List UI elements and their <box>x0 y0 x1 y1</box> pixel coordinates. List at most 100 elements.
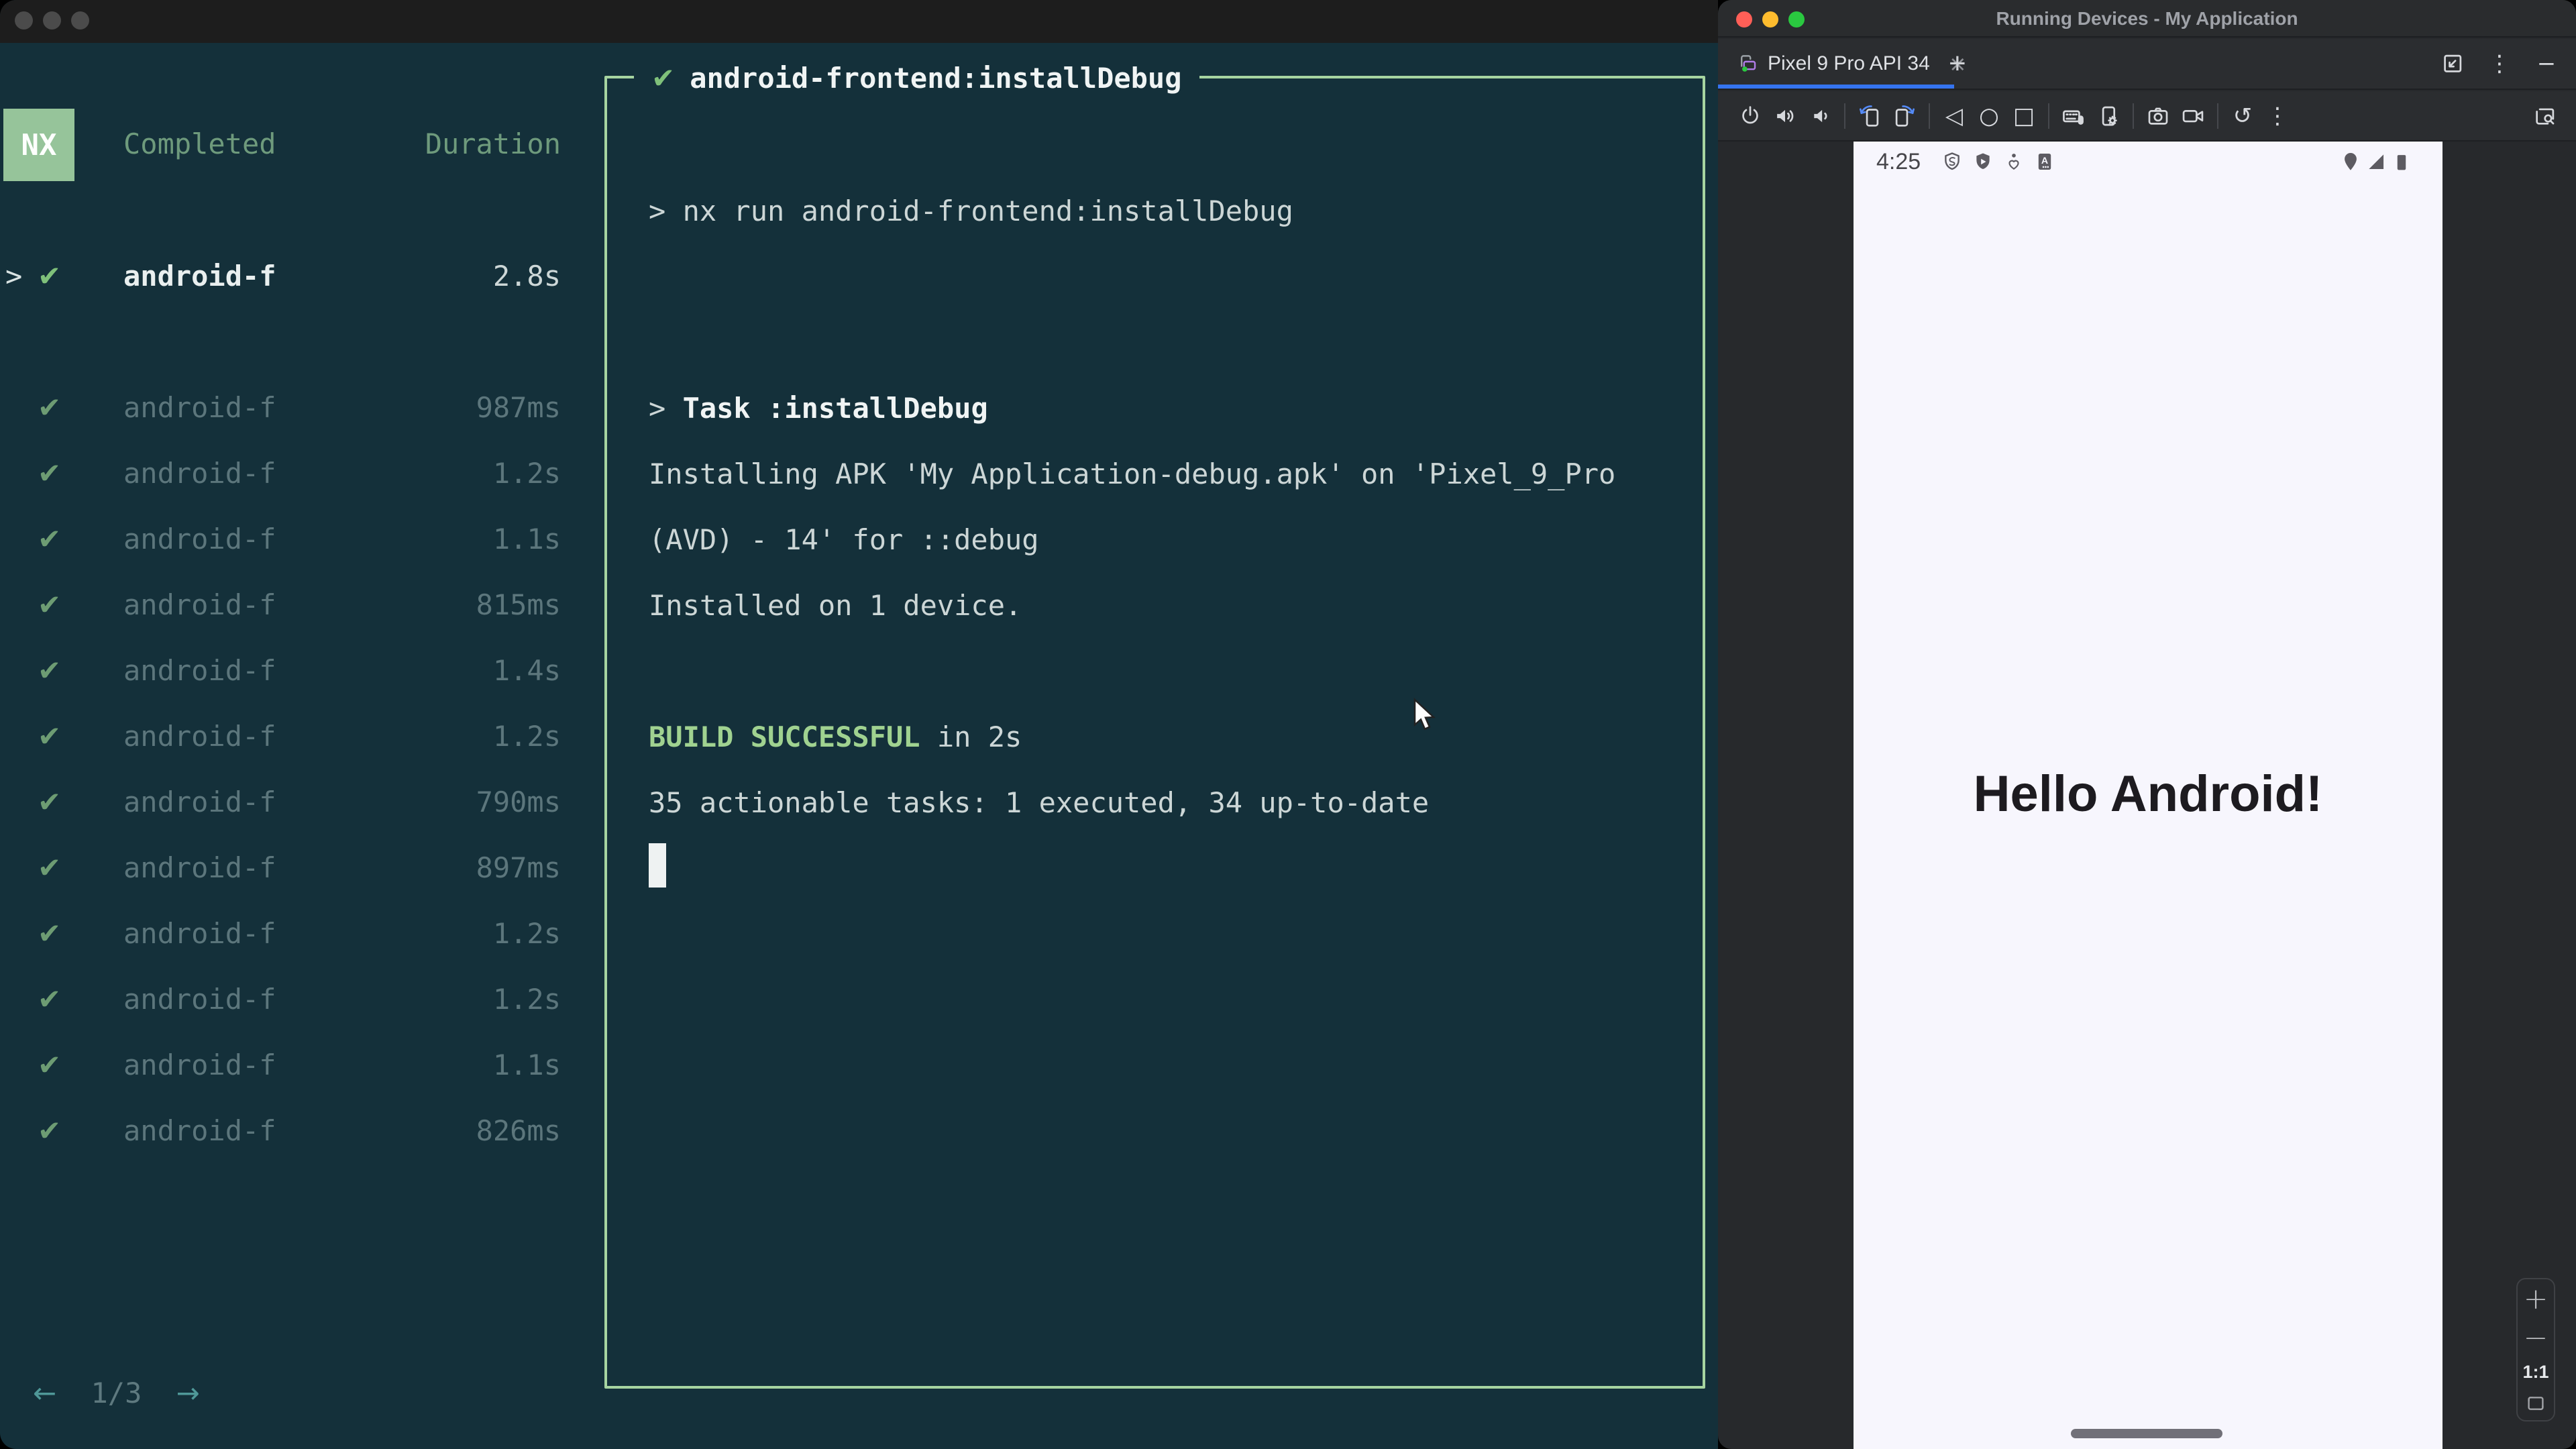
screen-inspect-icon[interactable] <box>2528 98 2563 136</box>
window-dot-icon[interactable] <box>43 11 61 30</box>
svg-text:A: A <box>2041 156 2048 166</box>
volume-up-icon[interactable] <box>1768 97 1803 135</box>
fit-screen-icon[interactable] <box>2524 1392 2547 1415</box>
check-icon: ✔ <box>38 654 62 687</box>
task-row[interactable]: ✔ android-f 790ms <box>0 769 561 835</box>
task-duration: 1.2s <box>492 720 561 753</box>
window-title: Running Devices - My Application <box>1996 8 2298 29</box>
task-name: android-f <box>123 523 276 555</box>
check-icon: ✔ <box>38 1114 62 1147</box>
gesture-navigation-bar[interactable] <box>2071 1429 2222 1438</box>
home-icon[interactable]: ○ <box>1972 97 2006 135</box>
location-icon <box>2339 150 2362 173</box>
task-row[interactable]: ✔ android-f 987ms <box>0 375 561 441</box>
task-row[interactable]: ✔ android-f 1.4s <box>0 638 561 704</box>
restart-icon[interactable]: ↺ <box>2225 97 2260 135</box>
back-icon[interactable]: ◁ <box>1937 97 1972 135</box>
task-row[interactable]: ✔ android-f 897ms <box>0 835 561 901</box>
terminal-text: (AVD) - 14' for ::debug <box>649 523 1039 556</box>
terminal-text: Installed on 1 device. <box>649 589 1022 622</box>
status-time: 4:25 <box>1876 148 1921 174</box>
overview-icon[interactable]: □ <box>2006 97 2041 135</box>
power-icon[interactable] <box>1733 97 1768 135</box>
terminal-line: BUILD SUCCESSFUL in 2s <box>649 704 1655 770</box>
terminal-cursor <box>649 843 666 888</box>
task-row[interactable]: ✔ android-f 1.2s <box>0 901 561 967</box>
zoom-actual-size-button[interactable]: 1:1 <box>2522 1362 2548 1383</box>
task-name: android-f <box>123 851 276 884</box>
task-row[interactable]: > ✔ android-f 2.8s <box>0 244 561 309</box>
tab-pixel-9-pro[interactable]: Pixel 9 Pro API 34 × <box>1718 39 1982 89</box>
prev-page-arrow[interactable]: ← <box>33 1377 56 1409</box>
column-completed: Completed <box>123 127 276 160</box>
page-indicator: 1/3 <box>91 1377 142 1409</box>
status-right-icons <box>2339 150 2413 173</box>
terminal-output-title: ✔ android-frontend:installDebug <box>634 59 1199 98</box>
task-row[interactable]: ✔ android-f 826ms <box>0 1098 561 1164</box>
hello-android-text: Hello Android! <box>1973 765 2323 822</box>
toolbar-separator <box>2133 103 2134 129</box>
device-toolbar: ◁ ○ □ ↺ ⋮ <box>1718 91 2576 142</box>
task-row[interactable]: ✔ android-f 815ms <box>0 572 561 638</box>
task-name: android-f <box>123 391 276 424</box>
task-row[interactable]: ✔ android-f 1.2s <box>0 441 561 506</box>
terminal-text: 35 actionable tasks: 1 executed, 34 up-t… <box>649 786 1430 819</box>
volume-down-icon[interactable] <box>1803 97 1837 135</box>
virtual-input-icon[interactable] <box>2056 97 2091 135</box>
new-tab-button[interactable]: + <box>1949 39 1966 89</box>
more-vert-icon[interactable]: ⋮ <box>2260 97 2295 135</box>
task-row[interactable]: ✔ android-f 1.1s <box>0 506 561 572</box>
row-spacer <box>0 309 561 375</box>
hide-icon[interactable]: − <box>2529 45 2564 83</box>
task-duration: 2.8s <box>492 260 561 292</box>
signal-icon <box>2365 150 2387 173</box>
mouse-cursor <box>1413 698 1436 731</box>
device-phone-icon <box>1735 52 1758 75</box>
toolbar-right <box>2528 91 2563 142</box>
selected-caret-icon: > <box>5 260 23 292</box>
screen-record-icon[interactable] <box>2176 97 2210 135</box>
task-duration: 1.2s <box>492 983 561 1016</box>
task-name: android-f <box>123 1049 276 1081</box>
task-name: android-f <box>123 917 276 950</box>
rotate-right-icon[interactable] <box>1887 97 1922 135</box>
terminal-output-panel: ✔ android-frontend:installDebug > nx run … <box>604 59 1705 1389</box>
terminal-titlebar <box>0 0 1718 43</box>
device-tabbar: Pixel 9 Pro API 34 × + ⋮ − <box>1718 39 2576 90</box>
task-duration: 1.1s <box>492 523 561 555</box>
terminal-output-text: > nx run android-frontend:installDebug > … <box>649 178 1655 902</box>
running-devices-window: Running Devices - My Application Pixel 9… <box>1718 0 2576 1449</box>
task-duration: 1.4s <box>492 654 561 687</box>
float-window-icon[interactable] <box>2435 45 2470 83</box>
more-vert-icon[interactable]: ⋮ <box>2482 45 2517 83</box>
task-name: android-f <box>123 457 276 490</box>
rotate-left-icon[interactable] <box>1852 97 1887 135</box>
play-protect-icon <box>1972 150 1994 173</box>
zoom-controls: + − 1:1 <box>2516 1278 2555 1421</box>
task-row[interactable]: ✔ android-f 1.2s <box>0 967 561 1032</box>
zoom-out-button[interactable]: − <box>2524 1323 2548 1353</box>
terminal-text: Installing APK 'My Application-debug.apk… <box>649 458 1616 490</box>
device-settings-icon[interactable] <box>2091 97 2126 135</box>
terminal-text: in 2s <box>920 720 1022 753</box>
task-name: android-f <box>123 720 276 753</box>
window-dot-icon[interactable] <box>15 11 33 30</box>
task-row[interactable]: ✔ android-f 1.1s <box>0 1032 561 1098</box>
toolbar-separator <box>2048 103 2049 129</box>
terminal-line: (AVD) - 14' for ::debug <box>649 507 1655 573</box>
task-duration: 1.2s <box>492 457 561 490</box>
pagination: ← 1/3 → <box>33 1360 200 1426</box>
check-icon: ✔ <box>38 457 62 490</box>
next-page-arrow[interactable]: → <box>176 1377 200 1409</box>
android-statusbar: 4:25 A <box>1854 142 2443 182</box>
window-dot-icon[interactable] <box>71 11 89 30</box>
toolbar-separator <box>1929 103 1930 129</box>
zoom-in-button[interactable]: + <box>2524 1285 2548 1314</box>
screenshot-icon[interactable] <box>2141 97 2176 135</box>
task-duration: 790ms <box>476 786 561 818</box>
emulator-screen[interactable]: 4:25 A Hello Android! <box>1854 142 2443 1449</box>
toolbar-separator <box>1844 103 1845 129</box>
task-row[interactable]: ✔ android-f 1.2s <box>0 704 561 769</box>
